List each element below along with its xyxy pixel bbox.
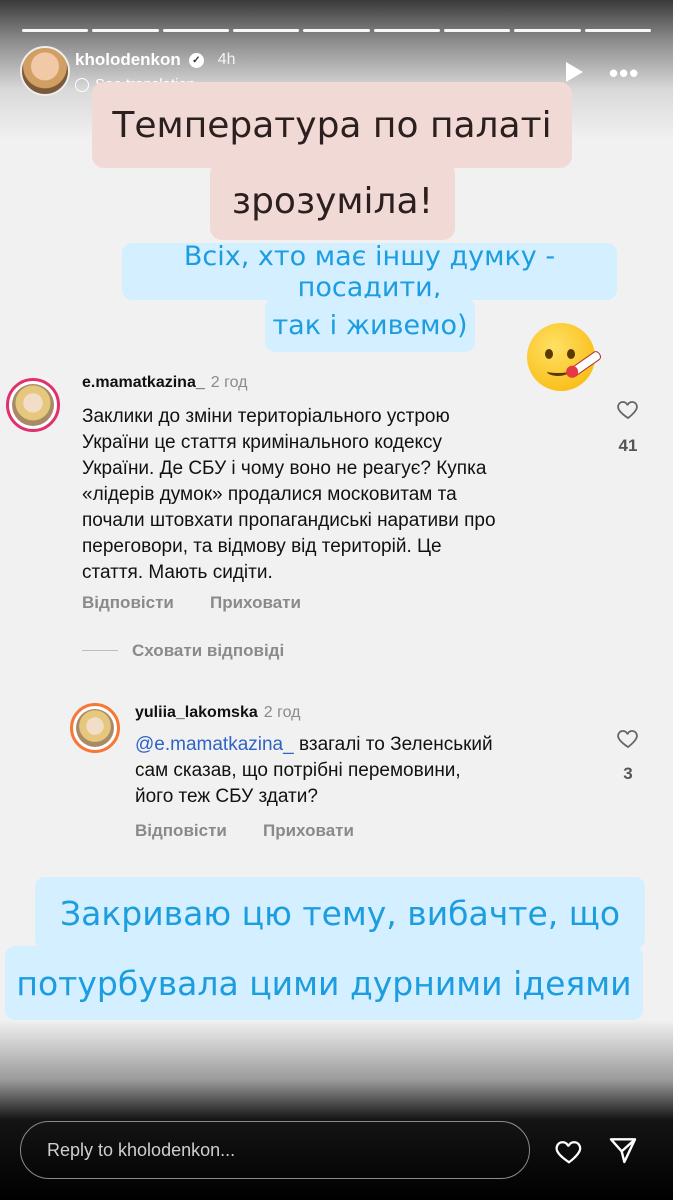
- progress-segment: [514, 29, 581, 32]
- comment-line: його теж СБУ здати?: [135, 786, 318, 807]
- author-username[interactable]: kholodenkon: [75, 50, 181, 70]
- story-time: 4h: [217, 51, 236, 68]
- reply-button[interactable]: Відповісти: [82, 593, 174, 613]
- comment-line-text: взагалі то Зеленський: [293, 734, 493, 755]
- progress-segment: [443, 29, 511, 32]
- closing-sticker-line1: Закриваю цю тему, вибачте, що: [35, 877, 645, 949]
- hide-button[interactable]: Приховати: [263, 821, 354, 841]
- comment-line: «лідерів думок» продалися московитам та: [82, 484, 457, 505]
- comment-line: @e.mamatkazina_ взагалі то Зеленський: [135, 732, 585, 758]
- comment-time: 2 год: [263, 704, 301, 721]
- reply-button[interactable]: Відповісти: [135, 821, 227, 841]
- comment-text: Заклики до зміни територіального устрою …: [82, 404, 602, 586]
- comment-line: сам сказав, що потрібні перемовини,: [135, 760, 461, 781]
- comment-text: @e.mamatkazina_ взагалі то Зеленський са…: [135, 732, 585, 810]
- progress-segment: [584, 29, 651, 32]
- subtitle-sticker-line1: Всіх, хто має іншу думку - посадити,: [122, 241, 617, 303]
- comment-username-row[interactable]: yuliia_lakomska 2 год: [135, 704, 300, 722]
- like-heart-icon[interactable]: [616, 726, 640, 750]
- like-heart-icon[interactable]: [616, 397, 640, 421]
- hide-button[interactable]: Приховати: [210, 593, 301, 613]
- send-icon[interactable]: [607, 1134, 639, 1166]
- comment-line: почали штовхати пропагандиські наративи …: [82, 510, 496, 531]
- more-options-icon[interactable]: •••: [609, 58, 639, 89]
- progress-segment: [303, 29, 370, 32]
- globe-icon: [75, 77, 89, 92]
- story-frame: kholodenkon ✓ 4h See translation ••• Тем…: [0, 0, 673, 1200]
- progress-segment: [162, 29, 229, 32]
- verified-icon: ✓: [188, 52, 204, 68]
- mention-link[interactable]: @e.mamatkazina_: [135, 734, 294, 755]
- comment-line: Заклики до зміни територіального устрою: [82, 406, 450, 427]
- story-progress-bar: [22, 29, 651, 32]
- subtitle-sticker-line2: так і живемо): [265, 298, 475, 352]
- emoji-eye: [567, 349, 575, 359]
- comment-line: України це стаття кримінального кодексу: [82, 432, 443, 453]
- like-story-heart-icon[interactable]: [552, 1136, 586, 1166]
- reply-input[interactable]: Reply to kholodenkon...: [20, 1121, 530, 1179]
- progress-segment: [22, 29, 89, 32]
- comment-avatar[interactable]: [70, 703, 120, 753]
- author-avatar[interactable]: [20, 46, 70, 96]
- comment-avatar[interactable]: [6, 378, 60, 432]
- comment-username[interactable]: e.mamatkazina_: [82, 374, 205, 391]
- title-sticker-line2: зрозуміла!: [210, 162, 455, 240]
- play-icon[interactable]: [566, 62, 583, 82]
- divider: [82, 650, 118, 651]
- progress-segment: [373, 29, 440, 32]
- like-count: 3: [623, 764, 633, 783]
- hide-replies-button[interactable]: Сховати відповіді: [132, 641, 284, 661]
- reply-placeholder: Reply to kholodenkon...: [47, 1139, 236, 1160]
- comment-username[interactable]: yuliia_lakomska: [135, 704, 258, 721]
- author-username-row[interactable]: kholodenkon ✓ 4h: [75, 50, 236, 70]
- comment-line: стаття. Мають сидіти.: [82, 562, 273, 583]
- like-count: 41: [618, 436, 638, 455]
- comment-line: України. Де СБУ і чому воно не реагує? К…: [82, 458, 487, 479]
- closing-sticker-line2: потурбувала цими дурними ідеями: [5, 946, 643, 1020]
- comment-line: переговори, та відмову від територій. Це: [82, 536, 442, 557]
- title-sticker-line1: Температура по палаті: [92, 82, 572, 168]
- progress-segment: [232, 29, 300, 32]
- thermometer-face-emoji: [527, 323, 603, 391]
- comment-username-row[interactable]: e.mamatkazina_ 2 год: [82, 374, 247, 392]
- comment-time: 2 год: [210, 374, 248, 391]
- progress-segment: [92, 29, 159, 32]
- emoji-eye: [545, 349, 553, 359]
